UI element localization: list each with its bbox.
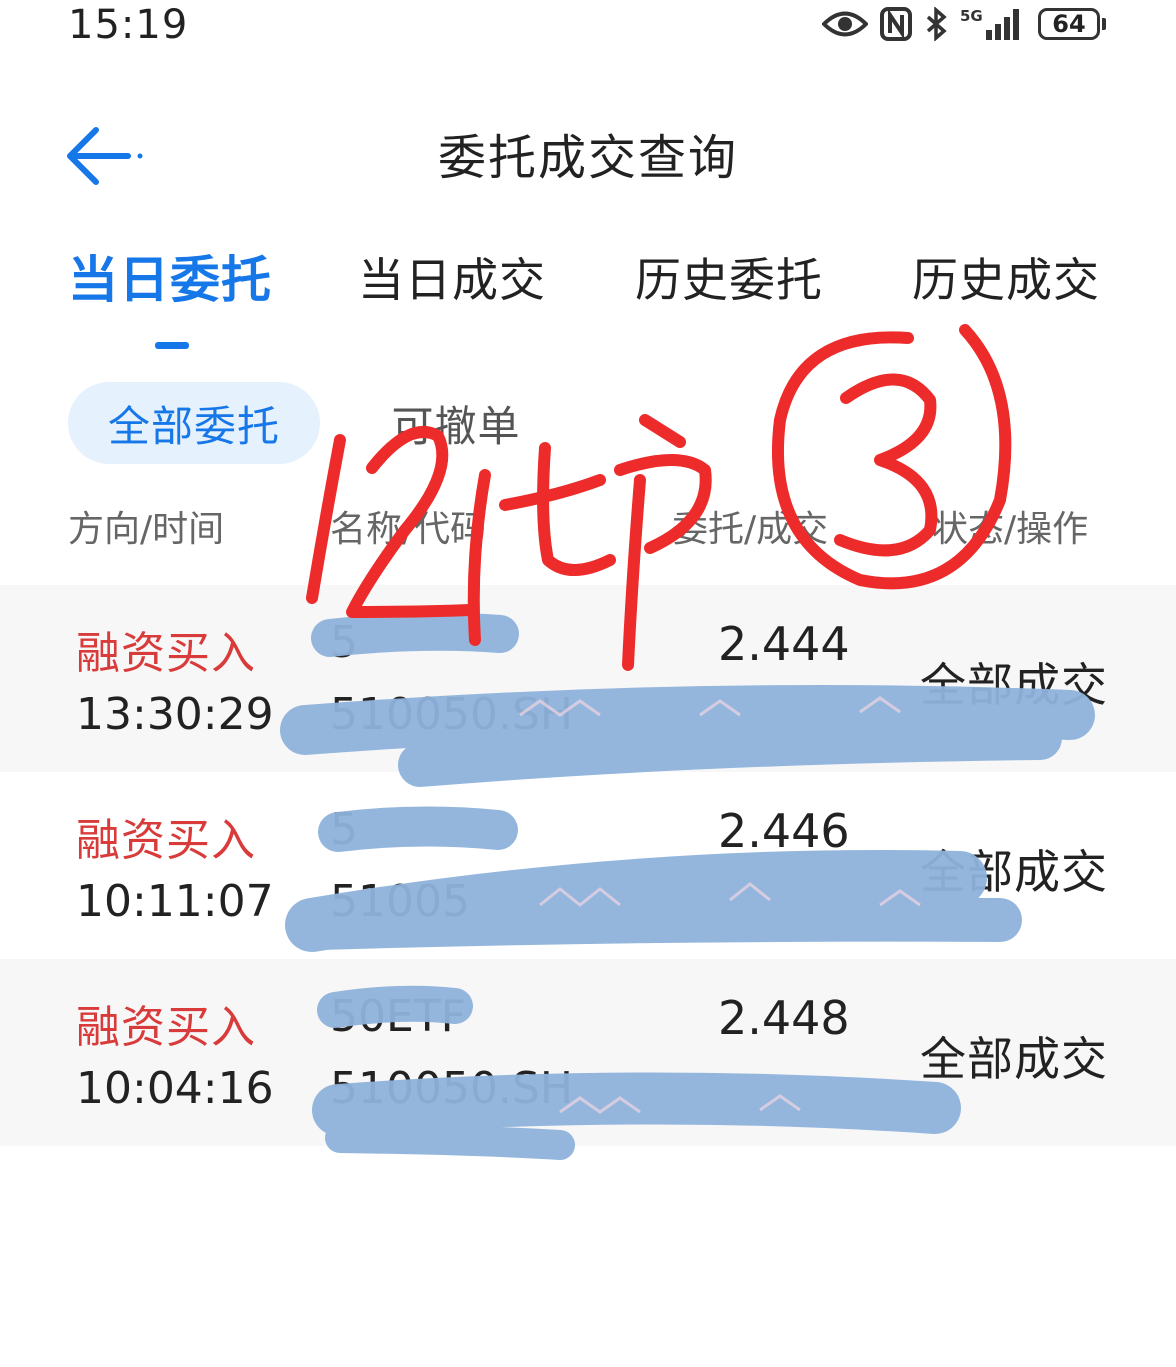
5g-signal-icon: 5G bbox=[960, 6, 1026, 42]
security-code: 51005 bbox=[330, 876, 470, 927]
battery-icon: 64 bbox=[1038, 8, 1106, 40]
order-direction: 融资买入 bbox=[76, 1002, 256, 1053]
order-time: 10:11:07 bbox=[76, 876, 274, 927]
order-status: 全部成交 bbox=[920, 658, 1108, 712]
filter-bar: 全部委托 可撤单 bbox=[0, 382, 1176, 466]
page-title: 委托成交查询 bbox=[437, 130, 738, 186]
battery-level: 64 bbox=[1038, 8, 1100, 40]
column-header-direction-time: 方向/时间 bbox=[68, 509, 225, 550]
order-status: 全部成交 bbox=[920, 1032, 1108, 1086]
tab-history-orders[interactable]: 历史委托 bbox=[635, 244, 823, 310]
svg-text:5G: 5G bbox=[960, 7, 983, 25]
tab-history-trades[interactable]: 历史成交 bbox=[912, 244, 1100, 310]
order-row[interactable]: 融资买入 10:04:16 50ETF 510050.SH 2.448 全部成交 bbox=[0, 959, 1176, 1146]
order-price: 2.448 bbox=[718, 991, 850, 1045]
security-code: 510050.SH bbox=[330, 1063, 573, 1114]
order-list: 融资买入 13:30:29 5 510050.SH 2.444 全部成交 融资买… bbox=[0, 585, 1176, 1146]
order-row[interactable]: 融资买入 10:11:07 5 51005 2.446 全部成交 bbox=[0, 772, 1176, 959]
active-tab-indicator bbox=[155, 342, 189, 349]
order-time: 13:30:29 bbox=[76, 689, 274, 740]
status-icons: 5G 64 bbox=[822, 6, 1106, 42]
status-time: 15:19 bbox=[68, 2, 189, 48]
security-name: 50ETF bbox=[330, 991, 466, 1042]
security-code: 510050.SH bbox=[330, 689, 573, 740]
status-bar: 15:19 5G 64 bbox=[0, 0, 1176, 56]
tab-today-trades[interactable]: 当日成交 bbox=[358, 244, 546, 310]
order-row[interactable]: 融资买入 13:30:29 5 510050.SH 2.444 全部成交 bbox=[0, 585, 1176, 772]
order-status: 全部成交 bbox=[920, 845, 1108, 899]
eye-icon bbox=[822, 9, 868, 39]
column-header-order-trade: 委托/成交 bbox=[672, 509, 829, 550]
order-price: 2.446 bbox=[718, 804, 850, 858]
nfc-icon bbox=[880, 7, 912, 41]
order-direction: 融资买入 bbox=[76, 815, 256, 866]
column-header-name-code: 名称/代码 bbox=[330, 509, 487, 550]
column-headers: 方向/时间 名称/代码 委托/成交 状态/操作 bbox=[0, 500, 1176, 556]
order-time: 10:04:16 bbox=[76, 1063, 274, 1114]
tab-bar: 当日委托 当日成交 历史委托 历史成交 bbox=[0, 240, 1176, 360]
order-price: 2.444 bbox=[718, 617, 850, 671]
page-header: 委托成交查询 bbox=[0, 100, 1176, 196]
tab-today-orders[interactable]: 当日委托 bbox=[68, 240, 272, 312]
security-name: 5 bbox=[330, 804, 358, 855]
order-direction: 融资买入 bbox=[76, 628, 256, 679]
column-header-status-action: 状态/操作 bbox=[932, 509, 1089, 550]
filter-all-orders[interactable]: 全部委托 bbox=[68, 382, 320, 464]
security-name: 5 bbox=[330, 617, 358, 668]
bluetooth-icon bbox=[924, 7, 948, 41]
filter-cancellable[interactable]: 可撤单 bbox=[356, 382, 556, 464]
